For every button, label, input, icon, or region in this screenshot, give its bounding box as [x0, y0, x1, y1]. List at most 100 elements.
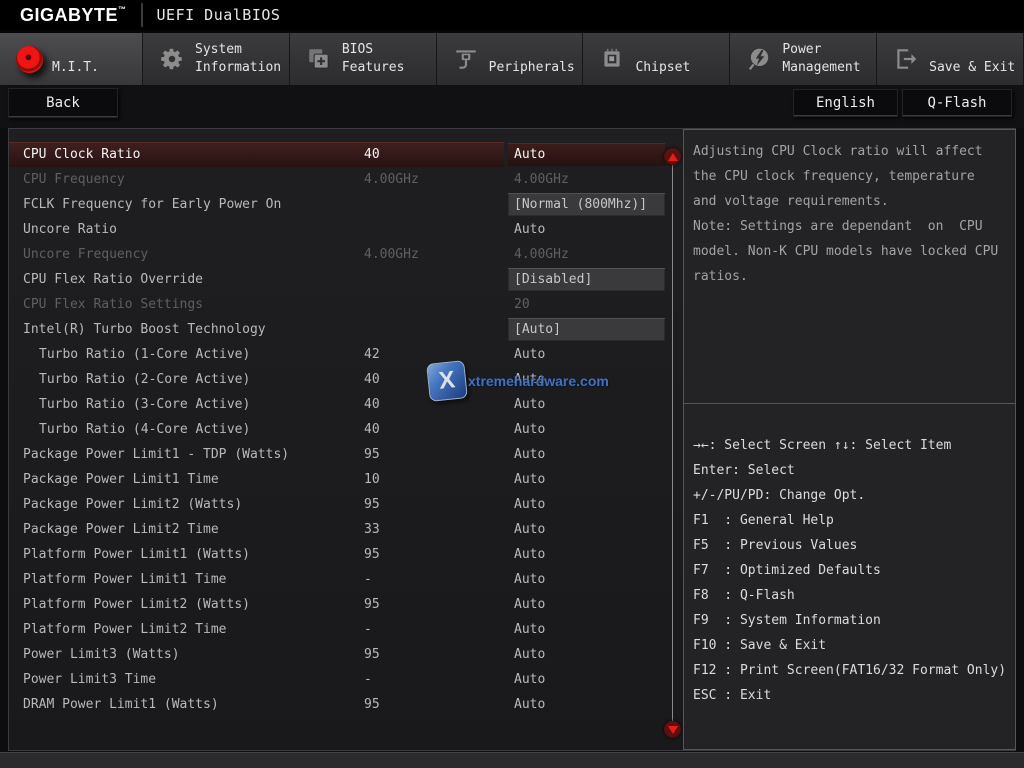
setting-row[interactable]: Package Power Limit2 Time 33 Auto — [9, 517, 681, 542]
setting-current-value: 40 — [364, 367, 380, 392]
setting-row[interactable]: Package Power Limit2 (Watts) 95 Auto — [9, 492, 681, 517]
setting-value[interactable]: [Auto] — [508, 318, 665, 341]
setting-value[interactable]: Auto — [508, 543, 665, 566]
setting-row[interactable]: Power Limit3 Time - Auto — [9, 667, 681, 692]
settings-list: CPU Clock Ratio 40 Auto CPU Frequency 4.… — [9, 142, 681, 717]
setting-label-area: CPU Flex Ratio Override — [9, 267, 504, 292]
setting-label-area: Platform Power Limit1 (Watts) 95 — [9, 542, 504, 567]
setting-label: Platform Power Limit2 Time — [23, 617, 227, 642]
tab-power-management[interactable]: Power Management — [730, 33, 877, 85]
scrollbar-track[interactable] — [672, 165, 673, 722]
setting-label-area: CPU Frequency 4.00GHz — [9, 167, 504, 192]
setting-row[interactable]: Turbo Ratio (3-Core Active) 40 Auto — [9, 392, 681, 417]
setting-value[interactable]: Auto — [508, 393, 665, 416]
setting-label-area: FCLK Frequency for Early Power On — [9, 192, 504, 217]
setting-value[interactable]: Auto — [508, 218, 665, 241]
help-text: Adjusting CPU Clock ratio will affectthe… — [693, 139, 1008, 289]
setting-current-value: 95 — [364, 542, 380, 567]
text-line: F5 : Previous Values — [693, 533, 1011, 558]
setting-label-area: Uncore Frequency 4.00GHz — [9, 242, 504, 267]
tab-label: M.I.T. — [52, 37, 99, 82]
setting-row[interactable]: Platform Power Limit2 Time - Auto — [9, 617, 681, 642]
tab-peripherals[interactable]: Peripherals — [437, 33, 584, 85]
text-line: Enter: Select — [693, 458, 1011, 483]
setting-value[interactable]: Auto — [508, 368, 665, 391]
setting-value[interactable]: [Disabled] — [508, 268, 665, 291]
tab-label: Chipset — [635, 37, 690, 82]
setting-row[interactable]: Uncore Ratio Auto — [9, 217, 681, 242]
scroll-up-button[interactable] — [664, 148, 681, 165]
setting-value[interactable]: Auto — [508, 443, 665, 466]
setting-value[interactable]: 4.00GHz — [508, 168, 665, 191]
setting-row[interactable]: Package Power Limit1 Time 10 Auto — [9, 467, 681, 492]
setting-value[interactable]: Auto — [508, 493, 665, 516]
setting-label-area: Platform Power Limit2 Time - — [9, 617, 504, 642]
tab-mit[interactable]: M.I.T. — [0, 33, 143, 85]
setting-row[interactable]: CPU Frequency 4.00GHz 4.00GHz — [9, 167, 681, 192]
trademark-symbol: ™ — [118, 5, 127, 14]
setting-value[interactable]: Auto — [508, 593, 665, 616]
tab-system-information[interactable]: System Information — [143, 33, 290, 85]
setting-row[interactable]: Turbo Ratio (1-Core Active) 42 Auto — [9, 342, 681, 367]
setting-label: Turbo Ratio (3-Core Active) — [39, 392, 250, 417]
setting-row[interactable]: Turbo Ratio (4-Core Active) 40 Auto — [9, 417, 681, 442]
qflash-button[interactable]: Q-Flash — [902, 89, 1012, 117]
setting-label-area: Package Power Limit2 Time 33 — [9, 517, 504, 542]
text-line: the CPU clock frequency, temperature — [693, 164, 1008, 189]
tab-label: Save & Exit — [929, 37, 1015, 82]
tab-chipset[interactable]: Chipset — [583, 33, 730, 85]
setting-label: Platform Power Limit2 (Watts) — [23, 592, 250, 617]
setting-row[interactable]: Package Power Limit1 - TDP (Watts) 95 Au… — [9, 442, 681, 467]
setting-row[interactable]: Uncore Frequency 4.00GHz 4.00GHz — [9, 242, 681, 267]
setting-value[interactable]: Auto — [508, 693, 665, 716]
scroll-down-button[interactable] — [664, 721, 681, 738]
text-line: F10 : Save & Exit — [693, 633, 1011, 658]
setting-value[interactable]: Auto — [508, 518, 665, 541]
setting-label: CPU Flex Ratio Override — [23, 267, 203, 292]
tab-label: BIOS Features — [342, 37, 436, 82]
back-button[interactable]: Back — [8, 88, 118, 118]
title-bar: GIGABYTE™ UEFI DualBIOS — [0, 0, 1024, 30]
text-line: F7 : Optimized Defaults — [693, 558, 1011, 583]
setting-row[interactable]: Power Limit3 (Watts) 95 Auto — [9, 642, 681, 667]
arrow-down-icon — [668, 726, 678, 734]
setting-value[interactable]: Auto — [508, 618, 665, 641]
setting-label-area: Power Limit3 Time - — [9, 667, 504, 692]
language-button[interactable]: English — [793, 89, 898, 117]
setting-row[interactable]: CPU Flex Ratio Override [Disabled] — [9, 267, 681, 292]
setting-value[interactable]: Auto — [508, 568, 665, 591]
gear-icon — [157, 44, 187, 74]
setting-label-area: Package Power Limit2 (Watts) 95 — [9, 492, 504, 517]
setting-value[interactable]: Auto — [508, 668, 665, 691]
setting-row[interactable]: CPU Clock Ratio 40 Auto — [9, 142, 681, 167]
setting-label: Platform Power Limit1 Time — [23, 567, 227, 592]
setting-row[interactable]: Platform Power Limit1 Time - Auto — [9, 567, 681, 592]
setting-label: Platform Power Limit1 (Watts) — [23, 542, 250, 567]
setting-value[interactable]: Auto — [508, 343, 665, 366]
setting-value[interactable]: Auto — [508, 643, 665, 666]
gigabyte-logo: GIGABYTE™ — [20, 5, 127, 26]
setting-row[interactable]: Intel(R) Turbo Boost Technology [Auto] — [9, 317, 681, 342]
setting-row[interactable]: Platform Power Limit1 (Watts) 95 Auto — [9, 542, 681, 567]
setting-value[interactable]: Auto — [508, 468, 665, 491]
setting-value[interactable]: [Normal (800Mhz)] — [508, 193, 665, 216]
setting-value[interactable]: 4.00GHz — [508, 243, 665, 266]
tab-bios-features[interactable]: BIOS Features — [290, 33, 437, 85]
setting-row[interactable]: CPU Flex Ratio Settings 20 — [9, 292, 681, 317]
setting-row[interactable]: Turbo Ratio (2-Core Active) 40 Auto — [9, 367, 681, 392]
key-legend: →←: Select Screen ↑↓: Select ItemEnter: … — [693, 433, 1011, 708]
setting-value[interactable]: Auto — [508, 418, 665, 441]
setting-row[interactable]: Platform Power Limit2 (Watts) 95 Auto — [9, 592, 681, 617]
text-line: +/-/PU/PD: Change Opt. — [693, 483, 1011, 508]
setting-row[interactable]: DRAM Power Limit1 (Watts) 95 Auto — [9, 692, 681, 717]
setting-value[interactable]: Auto — [508, 143, 665, 166]
tab-save-exit[interactable]: Save & Exit — [877, 33, 1024, 85]
text-line: and voltage requirements. — [693, 189, 1008, 214]
text-line: ratios. — [693, 264, 1008, 289]
setting-label: CPU Clock Ratio — [23, 142, 140, 167]
setting-current-value: 4.00GHz — [364, 242, 419, 267]
mit-target-icon — [14, 44, 44, 74]
setting-row[interactable]: FCLK Frequency for Early Power On [Norma… — [9, 192, 681, 217]
setting-value[interactable]: 20 — [508, 293, 665, 316]
setting-label: CPU Flex Ratio Settings — [23, 292, 203, 317]
